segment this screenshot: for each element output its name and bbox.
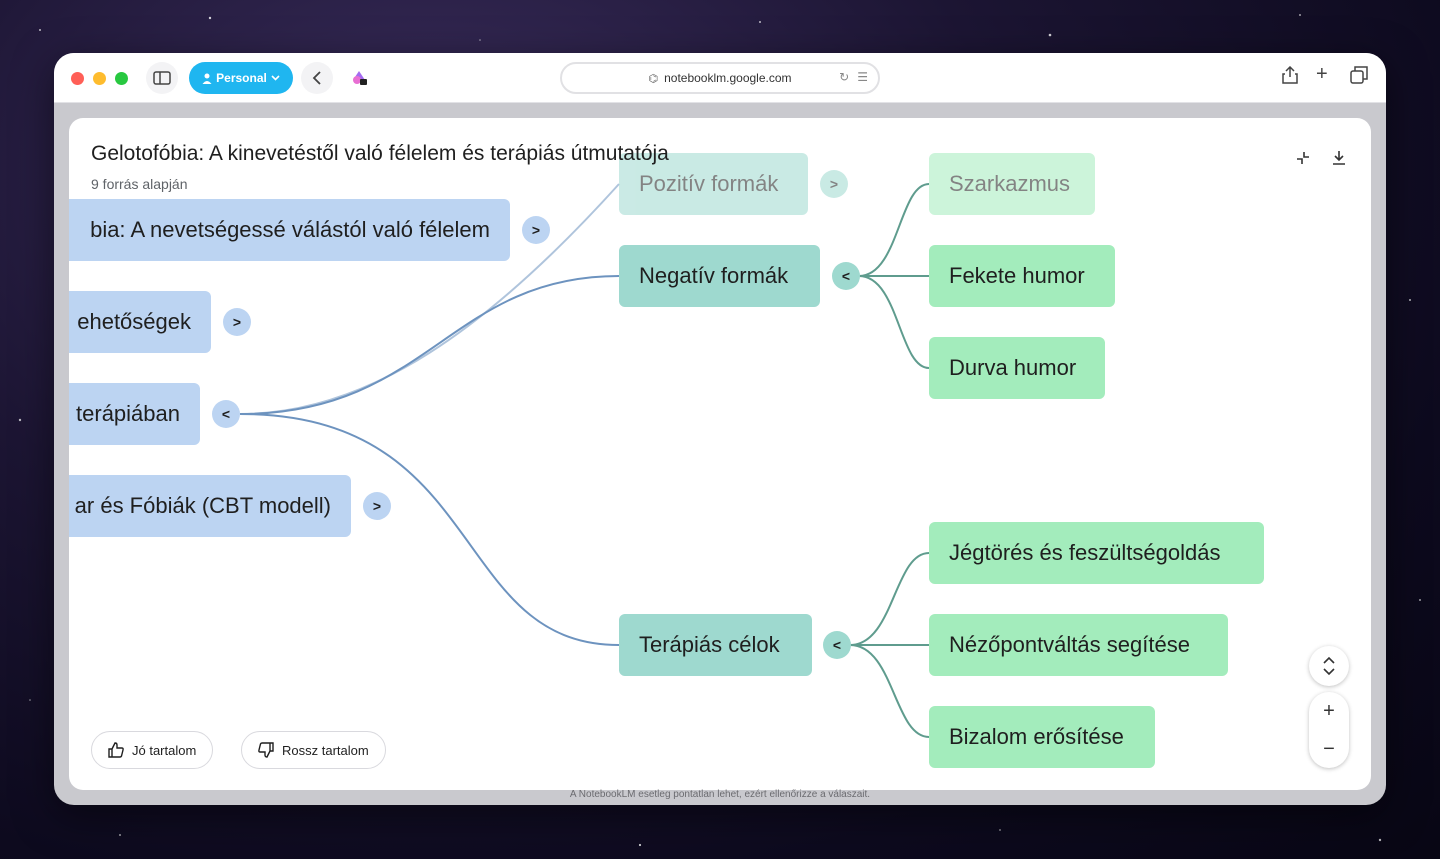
extension-button[interactable]: [343, 62, 375, 94]
sidebar-icon: [153, 71, 171, 85]
download-icon[interactable]: [1331, 150, 1347, 171]
mindmap-node-icebreaking[interactable]: Jégtörés és feszültségoldás: [929, 522, 1264, 584]
reload-icon[interactable]: ↻: [839, 70, 849, 84]
site-info-icon: ⌬: [648, 72, 659, 85]
collapse-toggle-negative-forms[interactable]: <: [832, 262, 860, 290]
mindmap-node-rude-humor[interactable]: Durva humor: [929, 337, 1105, 399]
maximize-window-button[interactable]: [115, 72, 128, 85]
chevron-left-icon: [312, 71, 321, 85]
person-icon: [202, 73, 212, 84]
edge-to-rude-humor: [858, 275, 930, 369]
edge-to-icebreaking: [849, 552, 930, 646]
mindmap-node-sarcasm[interactable]: Szarkazmus: [929, 153, 1095, 215]
expand-vertical-icon: [1323, 656, 1335, 676]
browser-toolbar: Personal ⌬ notebooklm.google.com ↻ ☰ +: [54, 53, 1386, 103]
page-title: Gelotofóbia: A kinevetéstől való félelem…: [91, 142, 669, 165]
mindmap-node-therapy[interactable]: terápiában: [69, 383, 200, 445]
chevron-down-icon: [271, 75, 280, 81]
collapse-toggle-therapy[interactable]: <: [212, 400, 240, 428]
new-tab-icon[interactable]: +: [1316, 63, 1328, 86]
good-content-button[interactable]: Jó tartalom: [91, 731, 214, 769]
edge-to-negative: [239, 275, 620, 415]
share-icon[interactable]: [1282, 65, 1298, 89]
thumbs-down-icon: [258, 742, 274, 758]
extension-icon: [353, 71, 367, 85]
zoom-controls: + −: [1309, 692, 1349, 768]
mindmap-node-black-humor[interactable]: Fekete humor: [929, 245, 1115, 307]
edge-to-sarcasm: [858, 183, 930, 277]
zoom-in-button[interactable]: +: [1323, 700, 1335, 723]
reader-icon[interactable]: ☰: [857, 70, 868, 84]
address-bar[interactable]: ⌬ notebooklm.google.com ↻ ☰: [560, 62, 880, 94]
close-window-button[interactable]: [71, 72, 84, 85]
url-text: notebooklm.google.com: [664, 71, 792, 85]
thumbs-up-icon: [108, 742, 124, 758]
mind-map-panel: Gelotofóbia: A kinevetéstől való félelem…: [69, 118, 1371, 790]
sidebar-toggle-button[interactable]: [146, 62, 178, 94]
profile-label: Personal: [216, 71, 267, 85]
expand-toggle-possibilities[interactable]: >: [223, 308, 251, 336]
expand-toggle-cbt[interactable]: >: [363, 492, 391, 520]
browser-window: Personal ⌬ notebooklm.google.com ↻ ☰ + G…: [54, 53, 1386, 805]
profile-button[interactable]: Personal: [189, 62, 293, 94]
edge-to-trust: [849, 644, 930, 738]
expand-toggle-positive-forms[interactable]: >: [820, 170, 848, 198]
collapse-toggle-therapy-goals[interactable]: <: [823, 631, 851, 659]
bad-content-button[interactable]: Rossz tartalom: [241, 731, 386, 769]
mindmap-node-therapy-goals[interactable]: Terápiás célok: [619, 614, 812, 676]
tab-overview-icon[interactable]: [1350, 66, 1368, 89]
mindmap-node-trust[interactable]: Bizalom erősítése: [929, 706, 1155, 768]
source-count: 9 forrás alapján: [91, 176, 188, 192]
minimize-window-button[interactable]: [93, 72, 106, 85]
expand-toggle-root[interactable]: >: [522, 216, 550, 244]
zoom-out-button[interactable]: −: [1323, 738, 1335, 761]
disclaimer-text: A NotebookLM esetleg pontatlan lehet, ez…: [569, 789, 871, 800]
mindmap-node-negative-forms[interactable]: Negatív formák: [619, 245, 820, 307]
fit-view-button[interactable]: [1309, 646, 1349, 686]
mindmap-node-possibilities[interactable]: ehetőségek: [69, 291, 211, 353]
collapse-view-icon[interactable]: [1295, 150, 1311, 171]
mindmap-node-root[interactable]: bia: A nevetségessé válástól való félele…: [69, 199, 510, 261]
mindmap-node-perspective[interactable]: Nézőpontváltás segítése: [929, 614, 1228, 676]
mindmap-node-cbt[interactable]: ar és Fóbiák (CBT modell): [69, 475, 351, 537]
back-button[interactable]: [301, 62, 333, 94]
